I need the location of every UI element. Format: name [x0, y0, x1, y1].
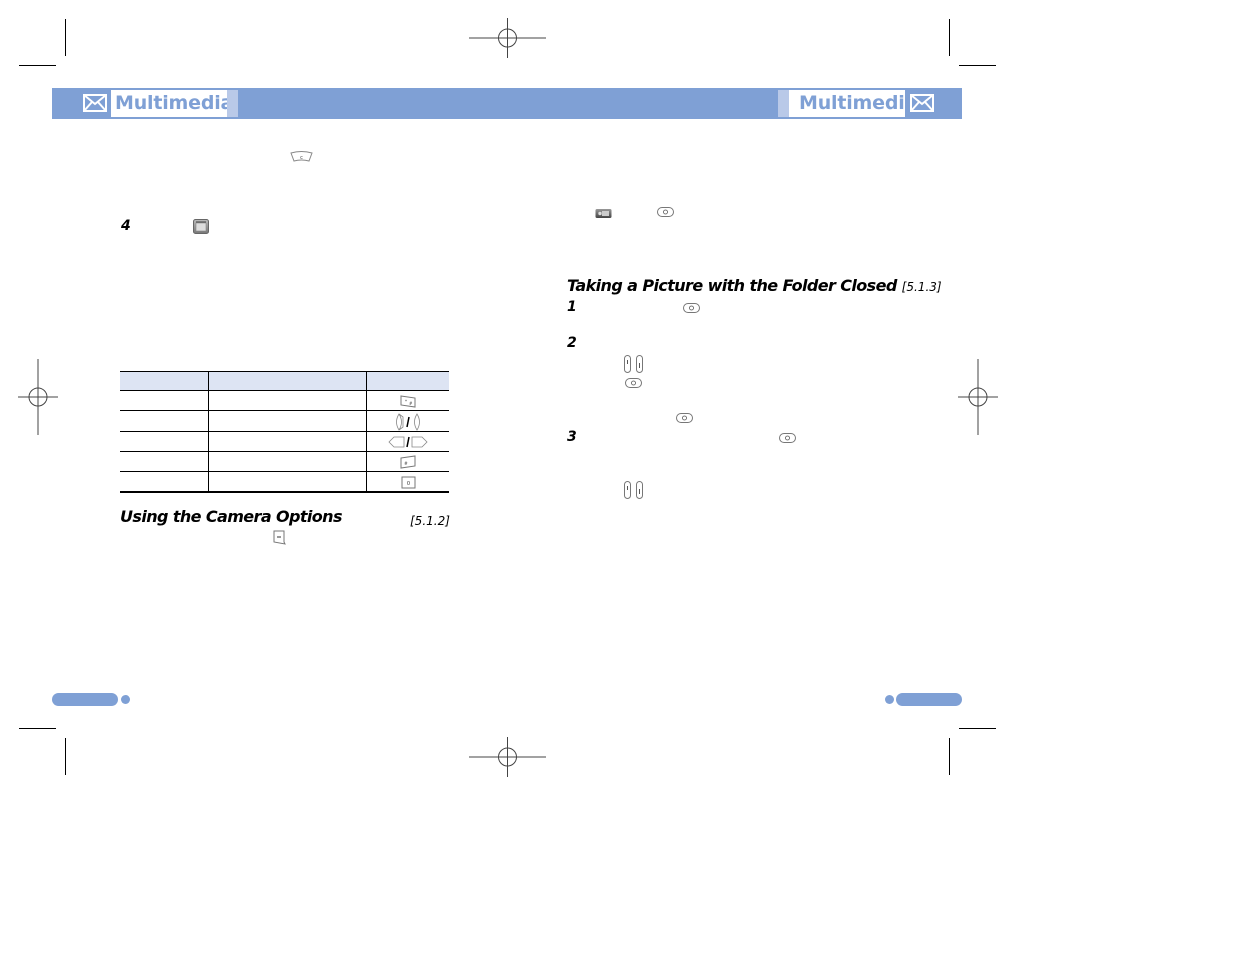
title-accent-strip — [227, 90, 238, 117]
envelope-icon — [83, 94, 107, 112]
table-row — [120, 431, 449, 452]
table-header-cell — [366, 371, 449, 391]
table-header-cell — [120, 371, 209, 391]
side-volume-keys-icon — [624, 481, 643, 499]
section-heading: Taking a Picture with the Folder Closed … — [567, 276, 942, 295]
left-right-nav-keys-icon — [388, 436, 428, 448]
svg-text:0: 0 — [406, 481, 409, 487]
crop-mark — [959, 728, 996, 729]
envelope-icon — [910, 94, 934, 112]
camera-key-icon — [625, 378, 642, 388]
registration-mark-icon — [958, 359, 998, 435]
camera-key-icon — [657, 207, 674, 217]
title-accent-strip — [778, 90, 789, 117]
crop-mark — [949, 738, 950, 775]
table-row: * # — [120, 390, 449, 411]
table-header-row — [120, 371, 449, 391]
page-number-dot — [885, 695, 894, 704]
crop-mark — [949, 19, 950, 56]
camera-menu-icon — [193, 219, 209, 234]
section-reference: [5.1.2] — [410, 514, 450, 528]
crop-mark — [959, 65, 996, 66]
table-row: 0 — [120, 471, 449, 493]
camera-key-icon — [683, 303, 700, 313]
table-row — [120, 410, 449, 432]
star-hash-key-icon: * # — [400, 395, 416, 408]
crop-mark — [65, 19, 66, 56]
table-header-cell — [208, 371, 367, 391]
step-number: 1 — [567, 299, 577, 315]
registration-mark-icon — [469, 18, 546, 58]
page-number-pill-right — [896, 693, 962, 706]
crop-mark — [19, 728, 56, 729]
side-volume-keys-icon — [624, 355, 643, 373]
registration-mark-icon — [18, 359, 58, 435]
crop-mark — [19, 65, 56, 66]
section-title-right: Multimedia — [789, 90, 917, 117]
page-number-pill-left — [52, 693, 118, 706]
svg-text:#: # — [404, 461, 408, 467]
section-heading: Using the Camera Options — [120, 507, 342, 526]
svg-text:*: * — [405, 399, 407, 404]
crop-mark — [65, 738, 66, 775]
registration-mark-icon — [469, 737, 546, 777]
page-number-dot — [121, 695, 130, 704]
camera-key-icon — [676, 413, 693, 423]
camera-keys-table: * # # 0 — [120, 371, 449, 493]
left-soft-key-icon — [273, 530, 286, 545]
camera-key-icon — [779, 433, 796, 443]
zero-key-icon: 0 — [401, 476, 415, 488]
svg-text:c: c — [300, 155, 303, 161]
step-number: 3 — [567, 429, 577, 445]
section-title-left: Multimedia — [111, 90, 233, 117]
pound-key-icon: # — [400, 455, 416, 469]
table-row: # — [120, 451, 449, 472]
volume-up-down-keys-icon — [396, 412, 420, 431]
camera-mode-icon — [595, 209, 612, 218]
step-number: 4 — [121, 218, 131, 234]
step-number: 2 — [567, 335, 577, 351]
clear-key-icon: c — [290, 151, 313, 162]
